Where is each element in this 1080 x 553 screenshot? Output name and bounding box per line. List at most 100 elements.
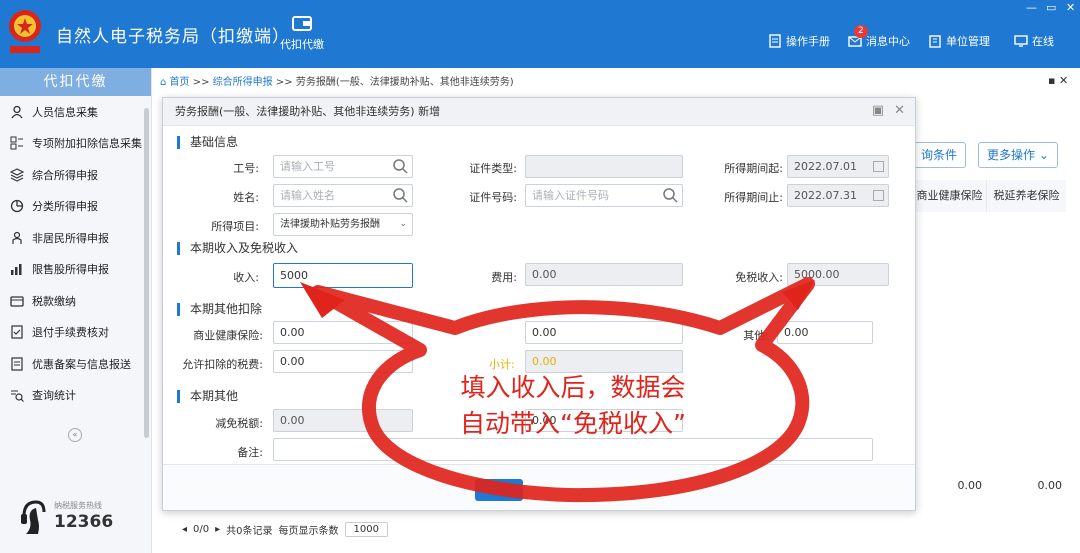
search-icon[interactable] <box>392 158 408 174</box>
breadcrumb-parent[interactable]: 综合所得申报 <box>213 77 273 88</box>
sidebar-item-label: 综合所得申报 <box>32 168 98 182</box>
search-icon[interactable] <box>662 187 678 203</box>
sidebar-item[interactable]: 非居民所得申报 <box>0 222 151 254</box>
period-start-field: 2022.07.01 <box>787 155 889 178</box>
close-icon[interactable]: ✕ <box>1066 1 1075 14</box>
calendar-icon <box>873 190 884 201</box>
home-icon[interactable]: ⌂ <box>160 77 166 88</box>
sidebar-scrollbar[interactable] <box>144 108 149 438</box>
section-basic-info: 基础信息 <box>177 136 238 149</box>
section-other-deductions: 本期其他扣除 <box>177 303 262 316</box>
more-operations-button[interactable]: 更多操作 ⌄ <box>978 142 1058 168</box>
next-page-icon[interactable]: ▸ <box>215 524 220 535</box>
document-icon <box>11 357 23 371</box>
sidebar-item[interactable]: 税款缴纳 <box>0 285 151 317</box>
total-cell: 0.00 <box>1037 479 1063 492</box>
breadcrumb-current: 劳务报酬(一般、法律援助补贴、其他非连续劳务) <box>295 77 514 88</box>
tab-withholding-label: 代扣代缴 <box>280 38 324 51</box>
deduction-middle-input[interactable]: 0.00 <box>525 321 683 344</box>
prev-page-icon[interactable]: ◂ <box>182 524 187 535</box>
breadcrumb-separator: >> <box>275 77 293 88</box>
annotation-line-1: 填入收入后，数据会 <box>460 373 686 402</box>
cost-field: 0.00 <box>525 263 683 286</box>
other-deduction-label: 其他: <box>743 329 769 342</box>
messages-button[interactable]: 2 消息中心 <box>848 25 910 49</box>
id-no-input[interactable]: 请输入工号 <box>273 155 413 178</box>
building-icon <box>929 35 941 48</box>
top-bar: 自然人电子税务局（扣缴端） 代扣代缴 操作手册 2 消息中心 单位管理 在线 —… <box>0 0 1080 68</box>
cert-no-input[interactable]: 请输入证件号码 <box>525 184 683 207</box>
manual-button[interactable]: 操作手册 <box>768 33 830 49</box>
more-operations-label: 更多操作 <box>987 148 1036 162</box>
dialog-title: 劳务报酬(一般、法律援助补贴、其他非连续劳务) 新增 <box>163 98 915 126</box>
messages-badge: 2 <box>854 25 868 38</box>
breadcrumb-home[interactable]: 首页 <box>170 77 190 88</box>
close-dialog-icon[interactable]: ✕ <box>894 103 905 118</box>
sidebar-item[interactable]: 优惠备案与信息报送 <box>0 348 151 380</box>
chevron-down-icon: ⌄ <box>1038 148 1049 162</box>
hotline-number: 12366 <box>54 512 114 532</box>
section-other: 本期其他 <box>177 390 238 403</box>
other-deduction-input[interactable]: 0.00 <box>777 321 873 344</box>
person-icon <box>11 105 23 119</box>
maximize-dialog-icon[interactable]: ▣ <box>872 103 884 118</box>
income-item-select[interactable]: 法律援助补贴劳务报酬 ⌄ <box>273 213 413 236</box>
search-icon[interactable] <box>392 187 408 203</box>
close-tab-icon[interactable]: ▪ ✕ <box>1048 74 1068 87</box>
confirm-button[interactable] <box>475 479 523 501</box>
health-insurance-input[interactable]: 0.00 <box>273 321 413 344</box>
tax-reduction-field: 0.00 <box>273 409 413 432</box>
per-page-select[interactable]: 1000 <box>344 522 388 537</box>
sidebar-item[interactable]: 退付手续费核对 <box>0 317 151 349</box>
unit-management-label: 单位管理 <box>946 35 990 48</box>
app-title: 自然人电子税务局（扣缴端） <box>56 27 290 47</box>
manual-label: 操作手册 <box>786 35 830 48</box>
online-status[interactable]: 在线 <box>1014 33 1054 49</box>
sidebar-item[interactable]: 限售股所得申报 <box>0 254 151 286</box>
online-label: 在线 <box>1032 35 1054 48</box>
sidebar-item[interactable]: 专项附加扣除信息采集 <box>0 128 151 160</box>
sidebar-item-label: 优惠备案与信息报送 <box>32 357 131 371</box>
tax-free-field: 5000.00 <box>787 263 889 286</box>
sidebar-item-label: 专项附加扣除信息采集 <box>32 137 142 151</box>
income-input[interactable]: 5000 <box>273 263 413 288</box>
period-end-value: 2022.07.31 <box>794 189 857 202</box>
name-input[interactable]: 请输入姓名 <box>273 184 413 207</box>
name-label: 姓名: <box>233 191 259 204</box>
sidebar-item-label: 税款缴纳 <box>32 294 76 308</box>
allowed-tax-label: 允许扣除的税费: <box>182 358 263 371</box>
book-icon <box>769 34 781 48</box>
period-start-label: 所得期间起: <box>724 162 783 175</box>
query-conditions-button[interactable]: 询条件 <box>912 142 967 168</box>
period-end-field: 2022.07.31 <box>787 184 889 207</box>
allowed-tax-input[interactable]: 0.00 <box>273 350 413 373</box>
bar-chart-icon <box>11 264 22 276</box>
wallet-icon <box>292 16 312 31</box>
document-check-icon <box>11 325 23 339</box>
calendar-icon <box>873 161 884 172</box>
period-end-label: 所得期间止: <box>724 191 783 204</box>
collapse-sidebar-icon[interactable]: « <box>68 428 82 442</box>
total-cell: 0.00 <box>957 479 983 492</box>
pager-per-page-label: 每页显示条数 <box>278 526 339 537</box>
search-list-icon <box>11 390 24 403</box>
section-income: 本期收入及免税收入 <box>177 242 298 255</box>
minimize-icon[interactable]: — <box>1026 1 1037 14</box>
pager-range: 0/0 <box>193 524 210 535</box>
sidebar-item[interactable]: 查询统计 <box>0 380 151 412</box>
column-header: 商业健康保险 <box>912 180 986 212</box>
sidebar-item[interactable]: 综合所得申报 <box>0 159 151 191</box>
sidebar-item-label: 分类所得申报 <box>32 200 98 214</box>
id-no-placeholder: 请输入工号 <box>280 160 335 173</box>
period-start-value: 2022.07.01 <box>794 160 857 173</box>
sidebar-item[interactable]: 人员信息采集 <box>0 96 151 128</box>
income-item-value: 法律援助补贴劳务报酬 <box>280 219 380 230</box>
id-no-label: 工号: <box>233 162 259 175</box>
column-header: 税延养老保险 <box>986 180 1066 212</box>
cert-no-placeholder: 请输入证件号码 <box>532 189 609 202</box>
tab-withholding[interactable]: 代扣代缴 <box>272 14 332 52</box>
unit-management-button[interactable]: 单位管理 <box>928 33 990 49</box>
maximize-icon[interactable]: ▭ <box>1046 1 1056 14</box>
person-outline-icon <box>12 231 22 244</box>
sidebar-item[interactable]: 分类所得申报 <box>0 191 151 223</box>
